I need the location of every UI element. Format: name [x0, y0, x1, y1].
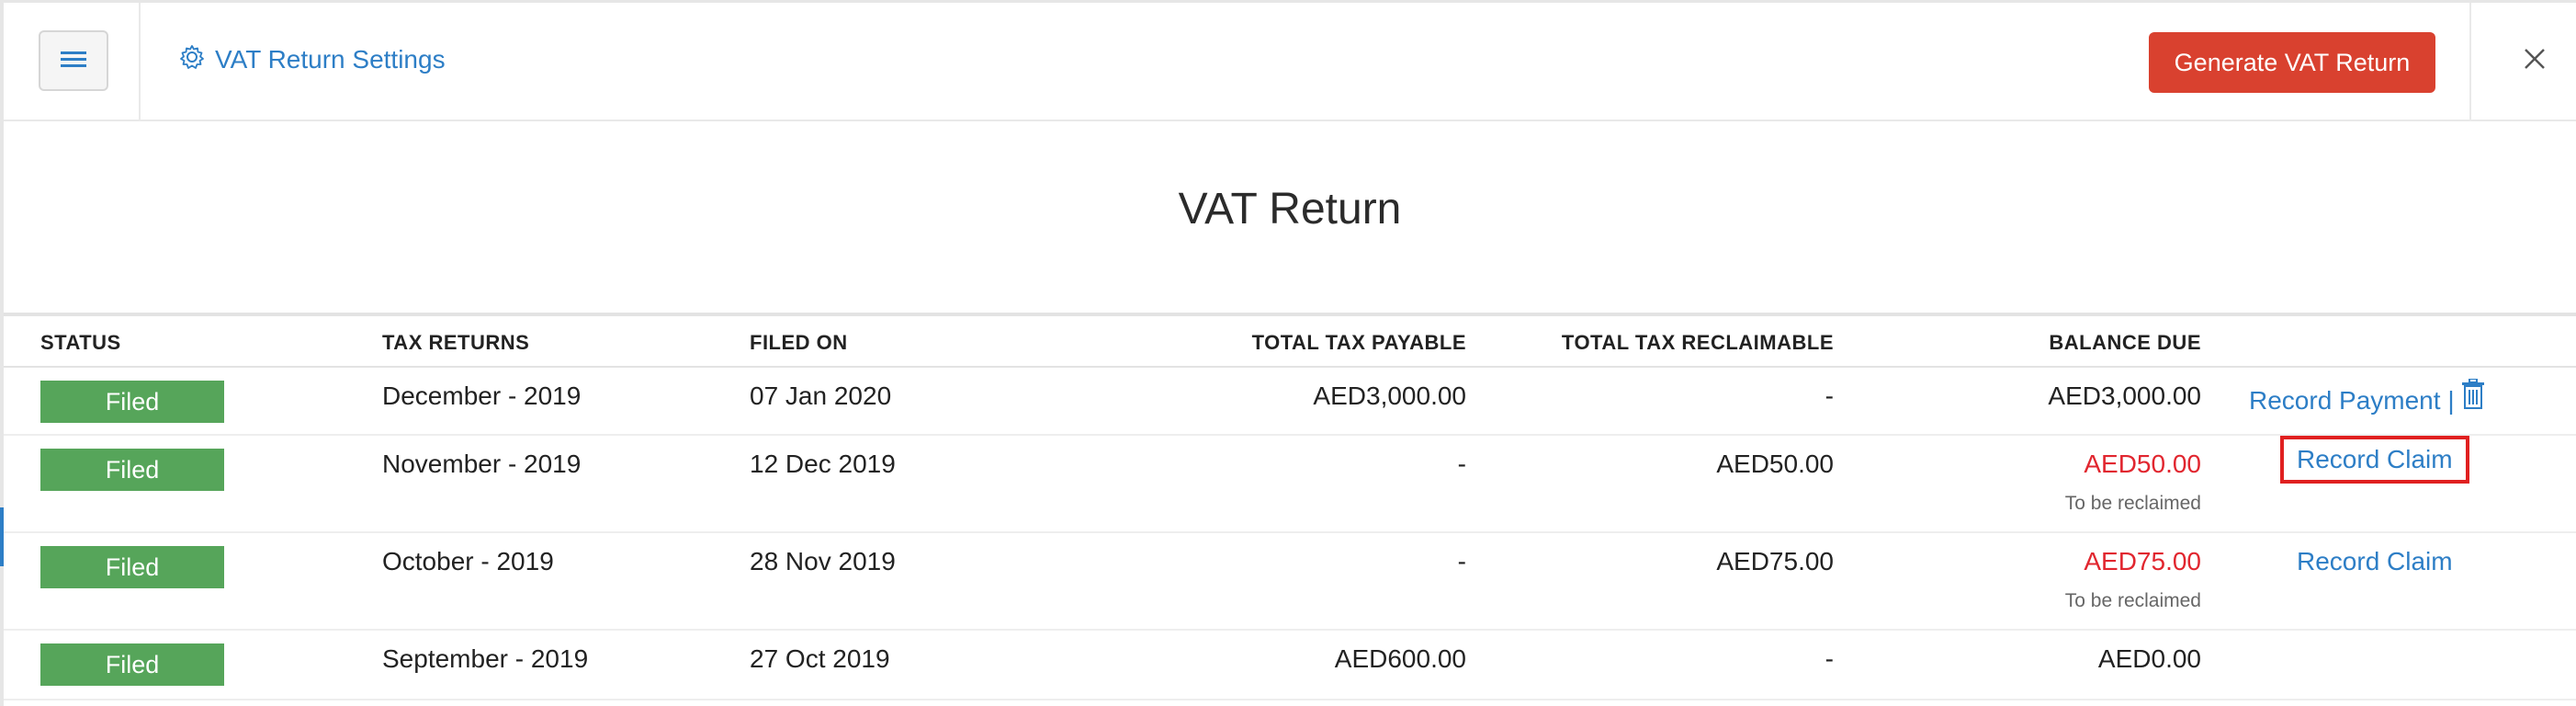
trash-icon[interactable] — [2460, 378, 2486, 415]
column-header-status[interactable]: STATUS — [40, 331, 121, 355]
close-icon — [2523, 47, 2547, 75]
balance-note: To be reclaimed — [2064, 590, 2201, 611]
total-tax-payable: - — [1457, 547, 1466, 575]
column-header-filed-on[interactable]: FILED ON — [750, 331, 848, 355]
hamburger-menu-icon — [60, 49, 87, 74]
vat-returns-table: STATUS TAX RETURNS FILED ON TOTAL TAX PA… — [4, 316, 2576, 700]
table-header: STATUS TAX RETURNS FILED ON TOTAL TAX PA… — [4, 316, 2576, 368]
filed-on-date: 12 Dec 2019 — [750, 450, 896, 478]
balance-due: AED75.00 — [2084, 547, 2201, 575]
total-tax-payable: AED600.00 — [1334, 644, 1466, 673]
vat-return-settings-link[interactable]: VAT Return Settings — [178, 40, 446, 80]
filed-on-date: 28 Nov 2019 — [750, 547, 896, 575]
status-badge: Filed — [40, 643, 224, 686]
total-tax-reclaimable: AED50.00 — [1716, 450, 1834, 478]
status-badge: Filed — [40, 449, 224, 491]
tax-return-period[interactable]: November - 2019 — [382, 450, 581, 479]
record-claim-link[interactable]: Record Claim — [2297, 547, 2453, 576]
left-edge-accent — [0, 507, 4, 566]
total-tax-reclaimable: - — [1825, 644, 1834, 673]
generate-vat-return-button[interactable]: Generate VAT Return — [2149, 32, 2435, 93]
table-row[interactable]: Filed November - 2019 12 Dec 2019 - AED5… — [4, 436, 2576, 533]
total-tax-payable: AED3,000.00 — [1313, 381, 1466, 410]
column-header-tax-returns[interactable]: TAX RETURNS — [382, 331, 529, 355]
gear-icon — [178, 43, 215, 77]
balance-note: To be reclaimed — [2064, 493, 2201, 514]
divider — [2469, 3, 2471, 120]
page-title: VAT Return — [1178, 185, 1402, 233]
total-tax-reclaimable: - — [1825, 381, 1834, 410]
settings-label: VAT Return Settings — [215, 45, 446, 74]
balance-due: AED50.00 — [2084, 450, 2201, 478]
table-row[interactable]: Filed December - 2019 07 Jan 2020 AED3,0… — [4, 368, 2576, 436]
tax-return-period[interactable]: December - 2019 — [382, 381, 581, 411]
divider — [139, 3, 141, 120]
filed-on-date: 27 Oct 2019 — [750, 644, 890, 673]
balance-due: AED0.00 — [2097, 644, 2201, 673]
status-badge: Filed — [40, 381, 224, 423]
balance-due: AED3,000.00 — [2048, 381, 2201, 410]
close-button[interactable] — [2512, 38, 2558, 84]
tax-return-period[interactable]: October - 2019 — [382, 547, 554, 576]
column-header-total-tax-payable[interactable]: TOTAL TAX PAYABLE — [1099, 331, 1466, 355]
filed-on-date: 07 Jan 2020 — [750, 381, 892, 410]
tax-return-period[interactable]: September - 2019 — [382, 644, 588, 674]
column-header-total-tax-reclaimable[interactable]: TOTAL TAX RECLAIMABLE — [1466, 331, 1834, 355]
top-bar: VAT Return Settings Generate VAT Return — [4, 3, 2576, 121]
status-badge: Filed — [40, 546, 224, 588]
menu-button[interactable] — [39, 30, 108, 91]
table-row[interactable]: Filed September - 2019 27 Oct 2019 AED60… — [4, 631, 2576, 700]
total-tax-reclaimable: AED75.00 — [1716, 547, 1834, 575]
total-tax-payable: - — [1457, 450, 1466, 478]
record-payment-link[interactable]: Record Payment | — [2249, 386, 2455, 416]
column-header-balance-due[interactable]: BALANCE DUE — [1834, 331, 2201, 355]
table-row[interactable]: Filed October - 2019 28 Nov 2019 - AED75… — [4, 533, 2576, 631]
record-claim-link[interactable]: Record Claim — [2280, 436, 2469, 484]
